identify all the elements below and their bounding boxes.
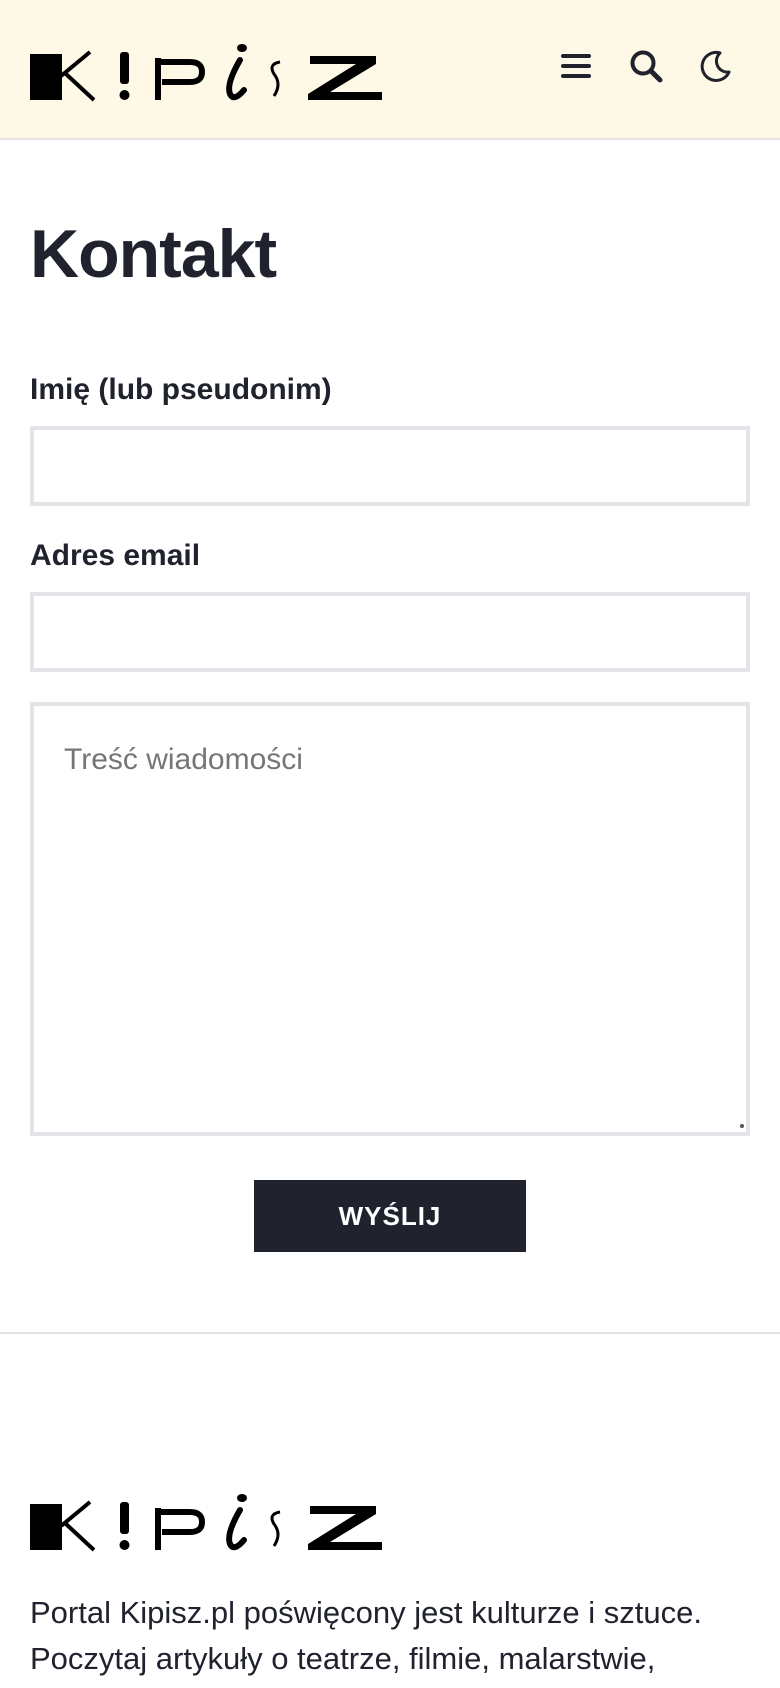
- search-button[interactable]: [622, 42, 670, 90]
- email-input[interactable]: [30, 592, 750, 672]
- search-icon: [630, 50, 663, 83]
- page-title: Kontakt: [30, 216, 277, 292]
- dark-mode-toggle[interactable]: [692, 42, 740, 90]
- menu-button[interactable]: [552, 42, 600, 90]
- footer-logo[interactable]: [30, 1492, 396, 1552]
- submit-button[interactable]: WYŚLIJ: [254, 1180, 526, 1252]
- site-header: [0, 0, 780, 140]
- name-input[interactable]: [30, 426, 750, 506]
- footer-description: Portal Kipisz.pl poświęcony jest kulturz…: [30, 1595, 702, 1676]
- footer-divider: [0, 1332, 780, 1334]
- menu-icon: [561, 54, 591, 78]
- textarea-resize-handle[interactable]: [740, 1124, 744, 1128]
- email-field-label: Adres email: [30, 539, 201, 572]
- site-logo[interactable]: [30, 42, 396, 102]
- name-field-label: Imię (lub pseudonim): [30, 373, 332, 406]
- message-textarea[interactable]: [30, 702, 750, 1136]
- moon-icon: [700, 50, 731, 82]
